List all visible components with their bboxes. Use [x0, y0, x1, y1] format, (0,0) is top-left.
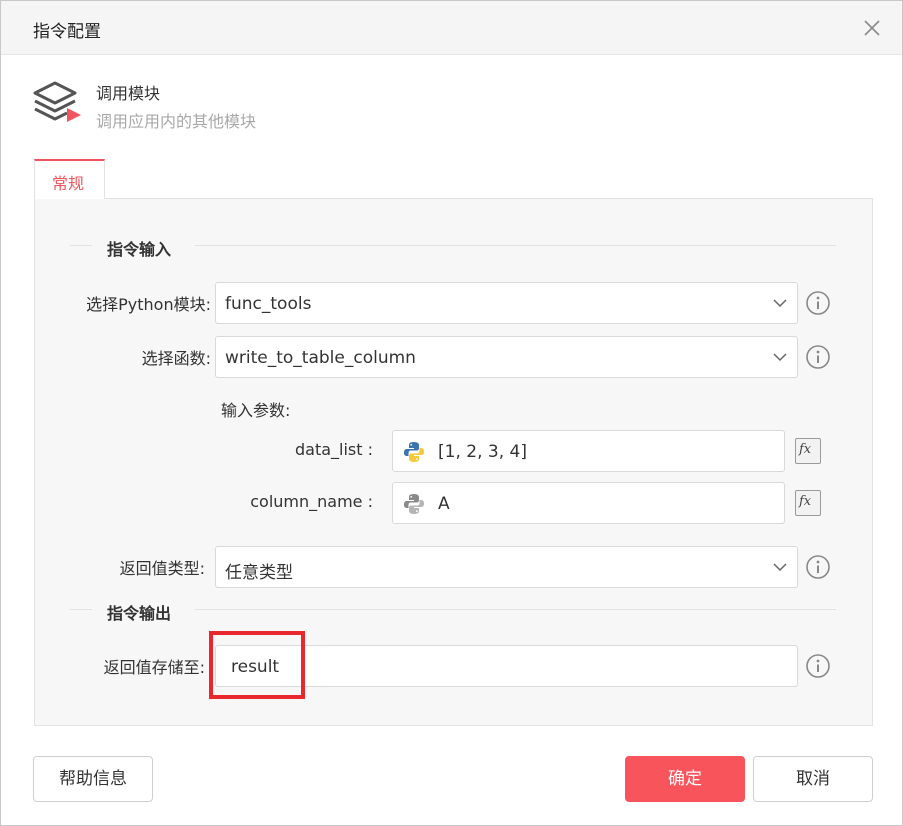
section-divider	[70, 245, 92, 246]
tab-general[interactable]: 常规	[34, 159, 105, 199]
module-description: 调用应用内的其他模块	[96, 112, 257, 131]
python-icon	[404, 442, 424, 462]
python-module-label: 选择Python模块:	[86, 295, 211, 314]
function-label: 选择函数:	[141, 349, 211, 368]
function-select[interactable]: write_to_table_column	[215, 336, 798, 378]
close-icon[interactable]	[859, 15, 885, 41]
python-module-select[interactable]: func_tools	[215, 282, 798, 324]
store-to-input[interactable]: result	[215, 645, 798, 687]
python-icon-gray	[404, 494, 424, 514]
param-data-list-input[interactable]: [1, 2, 3, 4]	[392, 430, 785, 472]
input-section-title: 指令输入	[107, 240, 172, 259]
section-divider	[195, 245, 836, 246]
param-column-name-input[interactable]: A	[392, 482, 785, 524]
param-column-name-label: column_name :	[250, 492, 373, 511]
section-divider	[195, 609, 836, 610]
params-label: 输入参数:	[221, 401, 291, 420]
return-type-value: 任意类型	[225, 563, 293, 583]
param-data-list-label: data_list :	[294, 440, 373, 459]
cancel-button[interactable]: 取消	[753, 756, 873, 802]
info-icon[interactable]	[805, 290, 831, 316]
help-button[interactable]: 帮助信息	[33, 756, 153, 802]
output-section-title: 指令输出	[107, 604, 172, 623]
config-dialog: 指令配置 调用模块 调用应用内的其他模块 常规 指令输入 选择Python模块:…	[0, 0, 903, 826]
dialog-titlebar: 指令配置	[1, 1, 902, 55]
tab-general-label: 常规	[52, 174, 85, 193]
fx-button[interactable]: fx	[795, 438, 821, 464]
param-column-name-value: A	[438, 494, 450, 514]
chevron-down-icon	[773, 299, 787, 308]
chevron-down-icon	[773, 563, 787, 572]
return-type-select[interactable]: 任意类型	[215, 546, 798, 588]
section-divider	[70, 609, 92, 610]
fx-button[interactable]: fx	[795, 490, 821, 516]
chevron-down-icon	[773, 353, 787, 362]
info-icon[interactable]	[805, 344, 831, 370]
info-icon[interactable]	[805, 554, 831, 580]
store-to-value: result	[231, 657, 280, 677]
layers-play-icon	[33, 81, 81, 122]
module-name: 调用模块	[96, 84, 161, 103]
info-icon[interactable]	[805, 653, 831, 679]
store-to-label: 返回值存储至:	[103, 658, 205, 677]
python-module-value: func_tools	[225, 294, 312, 314]
function-value: write_to_table_column	[225, 348, 416, 368]
confirm-button[interactable]: 确定	[625, 756, 745, 802]
return-type-label: 返回值类型:	[119, 559, 205, 578]
param-data-list-value: [1, 2, 3, 4]	[438, 442, 527, 462]
dialog-title: 指令配置	[33, 22, 101, 42]
